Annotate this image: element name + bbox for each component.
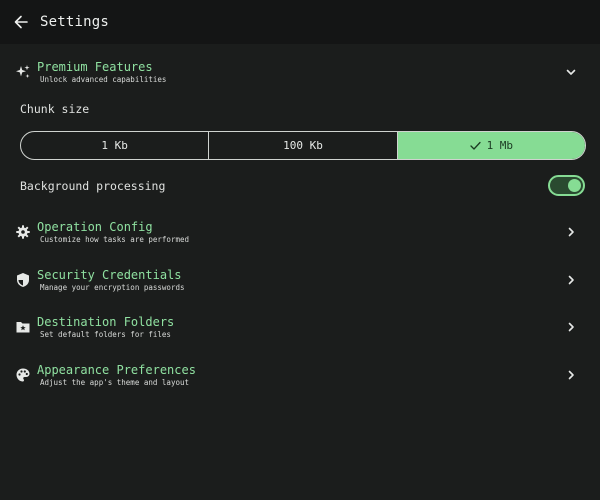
chunk-size-option-100kb[interactable]: 100 Kb bbox=[209, 132, 398, 159]
operation-config-row[interactable]: Operation Config Customize how tasks are… bbox=[0, 210, 600, 254]
appearance-preferences-text: Appearance Preferences Adjust the app's … bbox=[37, 363, 196, 388]
chunk-size-option-1mb[interactable]: 1 Mb bbox=[397, 132, 585, 159]
premium-features-row[interactable]: Premium Features Unlock advanced capabil… bbox=[0, 50, 600, 94]
destination-folders-title: Destination Folders bbox=[37, 314, 175, 329]
appearance-preferences-row[interactable]: Appearance Preferences Adjust the app's … bbox=[0, 353, 600, 397]
shield-icon bbox=[14, 271, 32, 289]
chevron-down-icon[interactable] bbox=[564, 65, 578, 79]
premium-features-title: Premium Features bbox=[37, 59, 153, 74]
appearance-preferences-title: Appearance Preferences bbox=[37, 362, 196, 377]
chevron-right-icon bbox=[564, 273, 578, 287]
page-title: Settings bbox=[40, 14, 110, 30]
chevron-right-icon bbox=[564, 225, 578, 239]
operation-config-title: Operation Config bbox=[37, 219, 153, 234]
security-credentials-row[interactable]: Security Credentials Manage your encrypt… bbox=[0, 258, 600, 302]
destination-folders-subtitle: Set default folders for files bbox=[40, 329, 171, 339]
security-credentials-title: Security Credentials bbox=[37, 267, 182, 282]
operation-config-subtitle: Customize how tasks are performed bbox=[40, 234, 190, 244]
chunk-size-segmented-control: 1 Kb 100 Kb 1 Mb bbox=[20, 131, 586, 160]
destination-folders-row[interactable]: Destination Folders Set default folders … bbox=[0, 305, 600, 349]
chevron-right-icon bbox=[564, 368, 578, 382]
palette-icon bbox=[14, 366, 32, 384]
security-credentials-text: Security Credentials Manage your encrypt… bbox=[37, 268, 185, 293]
chunk-size-option-1kb[interactable]: 1 Kb bbox=[21, 132, 210, 159]
background-processing-toggle[interactable] bbox=[548, 175, 585, 196]
appearance-preferences-subtitle: Adjust the app's theme and layout bbox=[40, 377, 190, 387]
chunk-size-label: Chunk size bbox=[20, 102, 90, 116]
toggle-knob bbox=[568, 179, 581, 192]
settings-content: Premium Features Unlock advanced capabil… bbox=[0, 44, 600, 500]
chevron-right-icon bbox=[564, 320, 578, 334]
gear-icon bbox=[14, 223, 32, 241]
operation-config-text: Operation Config Customize how tasks are… bbox=[37, 220, 189, 245]
chunk-size-option-label: 1 Kb bbox=[101, 139, 128, 152]
background-processing-label: Background processing bbox=[20, 179, 166, 193]
chunk-size-option-label: 100 Kb bbox=[283, 139, 323, 152]
folder-star-icon bbox=[14, 318, 32, 336]
check-icon bbox=[469, 141, 481, 151]
security-credentials-subtitle: Manage your encryption passwords bbox=[40, 282, 185, 292]
sparkles-icon bbox=[14, 63, 32, 81]
chunk-size-option-label: 1 Mb bbox=[486, 139, 514, 152]
back-button[interactable] bbox=[10, 11, 32, 33]
premium-features-subtitle: Unlock advanced capabilities bbox=[40, 74, 167, 84]
arrow-left-icon bbox=[14, 15, 28, 29]
top-app-bar: Settings bbox=[0, 0, 600, 44]
destination-folders-text: Destination Folders Set default folders … bbox=[37, 315, 174, 340]
premium-features-text: Premium Features Unlock advanced capabil… bbox=[37, 60, 166, 85]
